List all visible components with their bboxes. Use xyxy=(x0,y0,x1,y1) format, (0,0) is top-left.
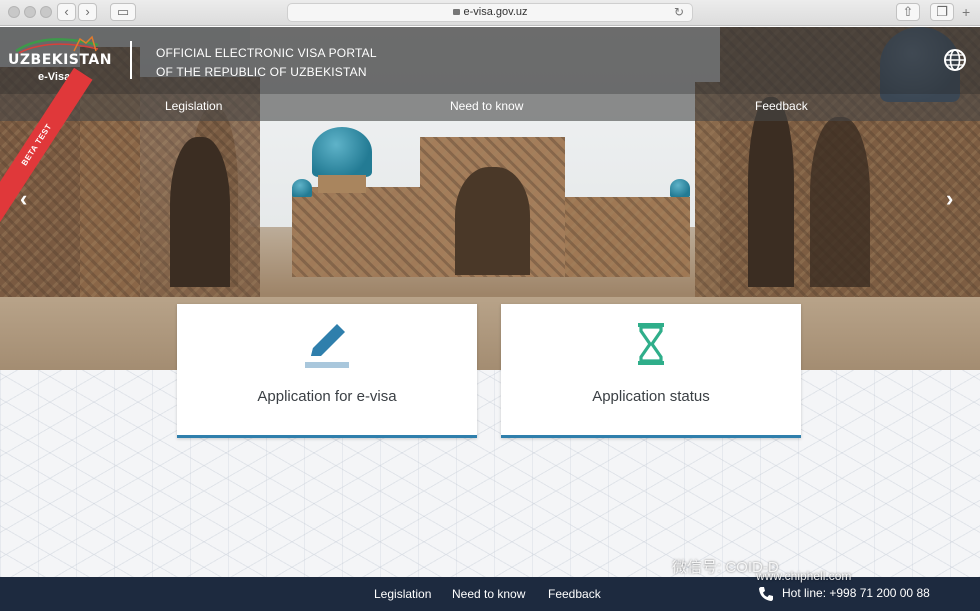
zoom-window-icon[interactable] xyxy=(40,6,52,18)
portal-title-line2: OF THE REPUBLIC OF UZBEKISTAN xyxy=(156,65,367,79)
portal-title: OFFICIAL ELECTRONIC VISA PORTAL OF THE R… xyxy=(156,44,377,82)
forward-button[interactable]: › xyxy=(78,3,97,21)
sidebar-icon[interactable]: ▭ xyxy=(110,3,136,21)
apply-evisa-label: Application for e-visa xyxy=(257,388,397,405)
footer-feedback-link[interactable]: Feedback xyxy=(548,587,601,601)
plaza-ground xyxy=(0,297,980,370)
reload-icon[interactable]: ↻ xyxy=(674,4,684,21)
back-button[interactable]: ‹ xyxy=(57,3,76,21)
hourglass-icon xyxy=(638,323,664,365)
footer-legislation-link[interactable]: Legislation xyxy=(374,587,431,601)
nav-legislation[interactable]: Legislation xyxy=(165,99,222,113)
lock-icon xyxy=(452,9,460,15)
header-divider xyxy=(130,41,132,79)
footer-need-to-know-link[interactable]: Need to know xyxy=(452,587,525,601)
chevron-left-icon[interactable]: ‹ xyxy=(20,186,27,212)
hotline-text: Hot line: +998 71 200 00 88 xyxy=(782,586,930,600)
nav-need-to-know[interactable]: Need to know xyxy=(450,99,523,113)
browser-toolbar: ‹ › ▭ e-visa.gov.uz ↻ ⇧ ❐ + xyxy=(0,0,980,26)
ornament-background xyxy=(0,370,980,577)
chevron-right-icon[interactable]: › xyxy=(946,186,953,212)
site-header xyxy=(0,27,980,94)
pencil-icon xyxy=(305,324,349,368)
apply-evisa-card[interactable]: Application for e-visa xyxy=(177,304,477,438)
share-icon[interactable]: ⇧ xyxy=(896,3,920,21)
address-bar[interactable]: e-visa.gov.uz ↻ xyxy=(287,3,693,22)
portal-title-line1: OFFICIAL ELECTRONIC VISA PORTAL xyxy=(156,46,377,60)
watermark-site: www.chiphell.com xyxy=(756,569,852,583)
logo-text[interactable]: UZBEKISTAN xyxy=(8,52,112,68)
url-text: e-visa.gov.uz xyxy=(463,6,528,18)
minimize-window-icon[interactable] xyxy=(24,6,36,18)
application-status-card[interactable]: Application status xyxy=(501,304,801,438)
application-status-label: Application status xyxy=(592,388,710,405)
phone-icon xyxy=(759,587,773,601)
tabs-icon[interactable]: ❐ xyxy=(930,3,954,21)
globe-icon[interactable] xyxy=(943,48,967,72)
close-window-icon[interactable] xyxy=(8,6,20,18)
new-tab-icon[interactable]: + xyxy=(962,4,970,20)
nav-feedback[interactable]: Feedback xyxy=(755,99,808,113)
